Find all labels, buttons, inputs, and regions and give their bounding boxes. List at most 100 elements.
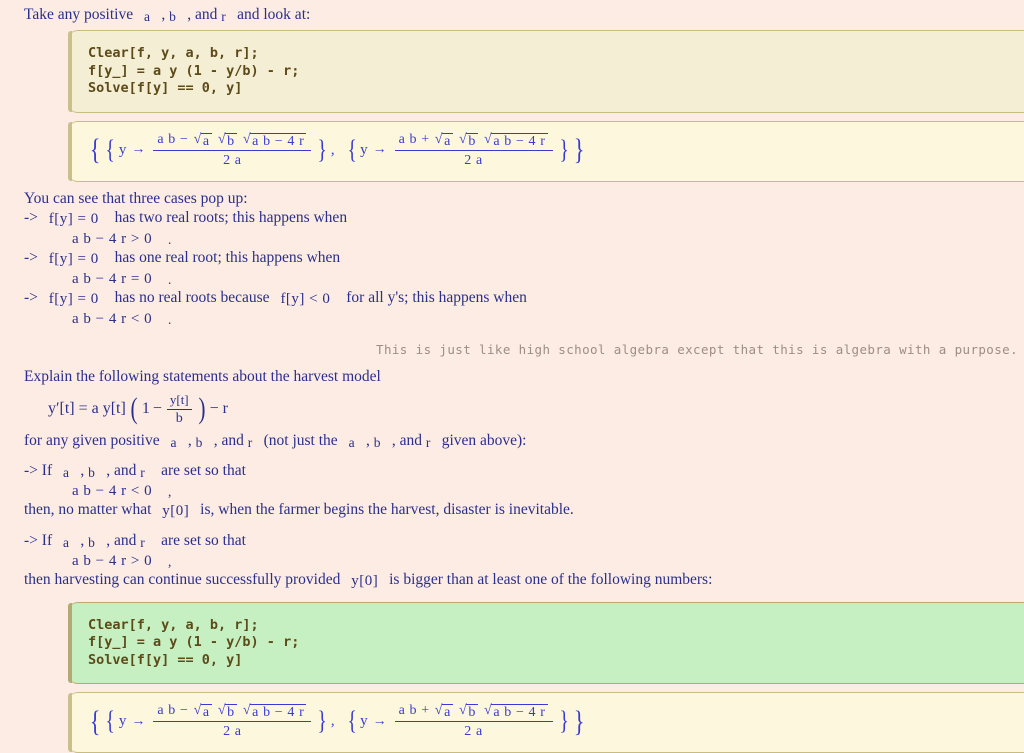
statement-1-lead: If <box>41 461 53 479</box>
inner-open-brace-4: { <box>347 706 357 736</box>
statement-1-comma-1: , <box>80 461 85 479</box>
qualifier-comma-4: , and <box>391 431 422 449</box>
output-cell-2[interactable]: { { y → a b − √ a √ b √ a b − 4 r 2 a } , <box>68 692 1024 753</box>
qualifier-end: given above): <box>441 431 527 449</box>
outer-open-brace-2: { <box>89 704 101 738</box>
statement-2-conclusion-line: then harvesting can continue successfull… <box>24 570 1014 590</box>
root-variable-3: y <box>118 713 127 729</box>
case-2-text: has one real root; this happens when <box>114 248 341 266</box>
inner-open-brace-3: { <box>105 706 116 736</box>
equation-lhs: y′[t] = a y[t] <box>48 400 126 417</box>
cases-text-cell[interactable]: You can see that three cases pop up: -> … <box>0 189 1024 328</box>
sqrt-b-1: √ b <box>217 131 237 149</box>
equation-one: 1 <box>141 400 150 417</box>
cases-heading: You can see that three cases pop up: <box>24 189 248 207</box>
intro-text-cell[interactable]: Take any positive a , b , and r and look… <box>0 0 1024 24</box>
result-comma-2: , <box>330 713 335 729</box>
root-numerator-3: a b − √ a √ b √ a b − 4 r <box>153 703 311 721</box>
equation-tail: − r <box>209 400 228 417</box>
statement-2-condition-line: a b − 4 r > 0 , <box>24 550 1014 570</box>
code-2-line-3: Solve[f[y] == 0, y] <box>88 651 243 668</box>
sqrt-a-4: √ a <box>434 703 453 720</box>
statement-1-comma-2: , and <box>106 461 137 479</box>
sqrt-discriminant-2: √ a b − 4 r <box>484 131 548 149</box>
case-2-line: -> f[y] = 0 has one real root; this happ… <box>24 248 1014 268</box>
explain-text-cell[interactable]: Explain the following statements about t… <box>0 367 1024 386</box>
statement-2-arrow: -> <box>24 531 38 549</box>
root-fraction-1: a b − √ a √ b √ a b − 4 r 2 a <box>153 131 312 169</box>
statement-1-cell[interactable]: -> If a , b , and r are set so that a b … <box>0 461 1024 520</box>
inner-open-brace-2: { <box>347 134 357 164</box>
statement-2-comma-2: , and <box>106 531 137 549</box>
sqrt-discriminant-1: √ a b − 4 r <box>242 131 307 149</box>
case-1-condition-line: a b − 4 r > 0 . <box>24 228 1014 248</box>
case-3-period: . <box>167 311 172 327</box>
qualifier-var-b2: b <box>373 434 381 450</box>
rule-arrow-1: → <box>131 142 146 157</box>
num-prefix-4: a b <box>398 703 418 718</box>
explain-heading: Explain the following statements about t… <box>24 367 381 385</box>
input-cell-2[interactable]: Clear[f, y, a, b, r]; f[y_] = a y (1 - y… <box>68 601 1024 684</box>
root-numerator-4: a b + √ a √ b √ a b − 4 r <box>395 703 553 721</box>
outer-close-brace: } <box>573 133 585 166</box>
root-denominator-3: 2 a <box>223 724 242 739</box>
aside-comment: This is just like high school algebra ex… <box>376 341 1018 357</box>
statement-2-lead-line: -> If a , b , and r are set so that <box>24 531 1014 550</box>
sqrt-discriminant-4: √ a b − 4 r <box>484 703 548 720</box>
statement-2-var-a: a <box>62 534 70 550</box>
inline-var-b: b <box>169 9 177 24</box>
qualifier-comma-3: , <box>365 431 370 449</box>
statement-1-conclusion-math: y[0] <box>162 502 190 519</box>
root-variable-4: y <box>360 713 368 729</box>
case-2-arrow: -> <box>24 248 38 266</box>
statement-1-conclusion-post: is, when the farmer begins the harvest, … <box>200 500 574 518</box>
sqrt-a-3: √ a <box>193 703 212 720</box>
equation-frac-numerator: y[t] <box>169 391 189 407</box>
code-line-3: Solve[f[y] == 0, y] <box>88 80 243 96</box>
statement-2-var-r: r <box>140 534 146 550</box>
input-cell-2-wrapper: Clear[f, y, a, b, r]; f[y_] = a y (1 - y… <box>0 601 1024 684</box>
code-line-1: Clear[f, y, a, b, r]; <box>88 45 259 61</box>
input-cell-1[interactable]: Clear[f, y, a, b, r]; f[y_] = a y (1 - y… <box>68 30 1024 113</box>
code-2-line-2: f[y_] = a y (1 - y/b) - r; <box>88 634 300 650</box>
case-3-equation-2: f[y] < 0 <box>280 290 331 307</box>
statement-2-condition: a b − 4 r > 0 <box>72 552 153 569</box>
qualifier-mid: (not just the <box>263 431 338 449</box>
qualifier-comma-1: , <box>187 431 192 449</box>
statement-1-conclusion-pre: then, no matter what <box>24 500 152 518</box>
case-2-equation: f[y] = 0 <box>48 250 99 267</box>
qualifier-var-r2: r <box>425 434 431 450</box>
root-fraction-3: a b − √ a √ b √ a b − 4 r 2 a <box>153 703 312 740</box>
qualifier-var-b: b <box>195 434 203 450</box>
rule-arrow-2: → <box>372 142 387 157</box>
equation-close-paren: ) <box>198 391 206 425</box>
rule-arrow-3: → <box>131 713 146 729</box>
num-sign-2: + <box>421 131 430 147</box>
qualifier-pre: for any given positive <box>24 431 160 449</box>
intro-lead: Take any positive <box>24 6 134 23</box>
num-prefix-1: a b <box>157 131 176 147</box>
case-3-condition-line: a b − 4 r < 0 . <box>24 308 1014 328</box>
intro-tail: and look at: <box>237 6 311 23</box>
case-1-equation: f[y] = 0 <box>48 210 99 227</box>
statement-2-cell[interactable]: -> If a , b , and r are set so that a b … <box>0 531 1024 590</box>
root-numerator-2: a b + √ a √ b √ a b − 4 r <box>395 132 553 150</box>
statement-2-lead: If <box>41 531 53 549</box>
case-2-condition: a b − 4 r = 0 <box>72 270 153 287</box>
root-denominator-1: 2 a <box>223 152 242 168</box>
code-line-2: f[y_] = a y (1 - y/b) - r; <box>88 62 300 79</box>
explain-qualifier-cell[interactable]: for any given positive a , b , and r (no… <box>0 431 1024 450</box>
inner-close-brace-3: } <box>317 706 328 736</box>
inner-close-brace-1: } <box>317 134 328 164</box>
output-cell-1[interactable]: { { y → a b − √ a √ b √ a b − 4 r 2 a } , <box>68 120 1024 182</box>
qualifier-var-r: r <box>247 434 253 450</box>
num-sign-3: − <box>180 703 189 718</box>
case-1-text: has two real roots; this happens when <box>114 208 348 226</box>
case-1-line: -> f[y] = 0 has two real roots; this hap… <box>24 208 1014 228</box>
statement-2-var-b: b <box>88 534 96 550</box>
equation-frac-denominator: b <box>175 410 183 426</box>
statement-1-lead-line: -> If a , b , and r are set so that <box>24 461 1014 480</box>
solve-result-2: { { y → a b − √ a √ b √ a b − 4 r 2 a } , <box>88 703 1024 740</box>
case-1-arrow: -> <box>24 208 38 226</box>
equation-minus: − <box>152 400 162 417</box>
